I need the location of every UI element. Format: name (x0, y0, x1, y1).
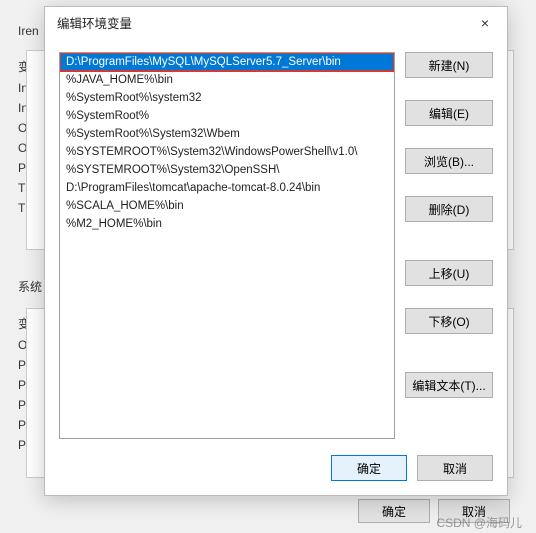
dialog-titlebar: 编辑环境变量 × (45, 7, 507, 38)
list-item[interactable]: %SystemRoot%\System32\Wbem (60, 125, 394, 143)
list-item[interactable]: %M2_HOME%\bin (60, 215, 394, 233)
edit-button[interactable]: 编辑(E) (405, 100, 493, 126)
delete-button[interactable]: 删除(D) (405, 196, 493, 222)
list-item[interactable]: %SystemRoot% (60, 107, 394, 125)
edit-env-dialog: 编辑环境变量 × D:\ProgramFiles\MySQL\MySQLServ… (44, 6, 508, 496)
list-item[interactable]: %SYSTEMROOT%\System32\WindowsPowerShell\… (60, 143, 394, 161)
cancel-button[interactable]: 取消 (417, 455, 493, 481)
browse-button[interactable]: 浏览(B)... (405, 148, 493, 174)
dialog-footer: 确定 取消 (45, 445, 507, 495)
list-item[interactable]: %SystemRoot%\system32 (60, 89, 394, 107)
move-up-button[interactable]: 上移(U) (405, 260, 493, 286)
list-item[interactable]: %SYSTEMROOT%\System32\OpenSSH\ (60, 161, 394, 179)
ok-button[interactable]: 确定 (331, 455, 407, 481)
list-item[interactable]: D:\ProgramFiles\tomcat\apache-tomcat-8.0… (60, 179, 394, 197)
path-list[interactable]: D:\ProgramFiles\MySQL\MySQLServer5.7_Ser… (59, 52, 395, 439)
edit-text-button[interactable]: 编辑文本(T)... (405, 372, 493, 398)
side-buttons: 新建(N) 编辑(E) 浏览(B)... 删除(D) 上移(U) 下移(O) 编… (405, 52, 493, 439)
close-icon[interactable]: × (473, 15, 497, 31)
dialog-title: 编辑环境变量 (57, 13, 132, 32)
move-down-button[interactable]: 下移(O) (405, 308, 493, 334)
list-item[interactable]: %SCALA_HOME%\bin (60, 197, 394, 215)
new-button[interactable]: 新建(N) (405, 52, 493, 78)
watermark: CSDN @海码儿 (436, 514, 522, 531)
list-item[interactable]: D:\ProgramFiles\MySQL\MySQLServer5.7_Ser… (60, 53, 394, 71)
parent-ok-button[interactable]: 确定 (358, 499, 430, 523)
list-item[interactable]: %JAVA_HOME%\bin (60, 71, 394, 89)
